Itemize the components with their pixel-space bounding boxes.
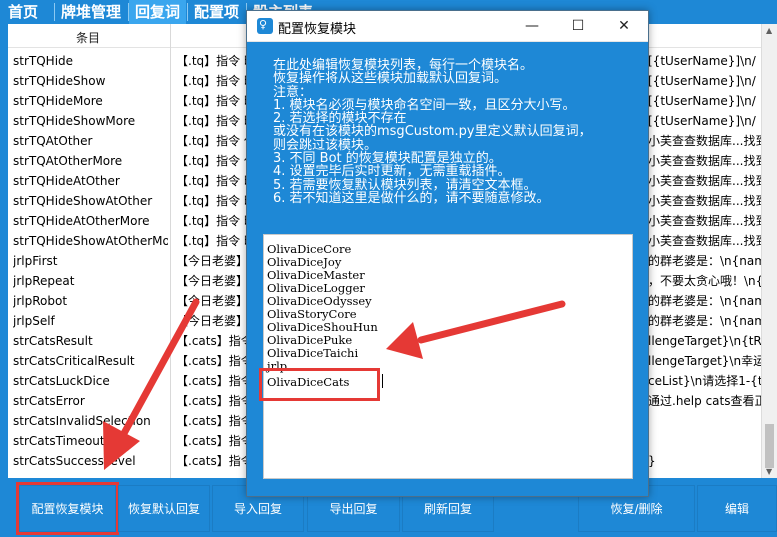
annotation-highlight-box <box>259 368 380 401</box>
row-command: 【.cats】指令 <box>176 394 246 408</box>
help-line: 或没有在该模块的msgCustom.py里定义默认回复词， <box>273 124 592 140</box>
row-command: 【.cats】指令 <box>176 434 246 448</box>
row-command: 【.cats】指令 <box>176 354 246 368</box>
row-command: 【.cats】指令 <box>176 334 246 348</box>
help-line: 5. 若需要恢复默认模块列表，请清空文本框。 <box>273 177 537 193</box>
row-reply: ，不要太贪心哦！\n{ <box>648 274 764 288</box>
row-key: strCatsTimeout <box>13 434 105 448</box>
help-line: 恢复操作将从这些模块加载默认回复词。 <box>273 71 508 87</box>
row-command: 【今日老婆】 <box>176 254 246 268</box>
row-command: 【.tq】指令 暗 <box>176 194 246 208</box>
configure-restore-modules-button[interactable]: 配置恢复模块 <box>16 482 119 535</box>
row-key: jrlpSelf <box>13 314 55 328</box>
row-reply: 小芙查查数据库...找到 <box>648 134 768 148</box>
row-command: 【.tq】指令 暗 <box>176 234 246 248</box>
row-command: 【.tq】指令 暗 <box>176 94 246 108</box>
text-caret <box>382 374 383 388</box>
row-key: jrlpRepeat <box>13 274 75 288</box>
tab-home[interactable]: 首页 <box>2 0 44 24</box>
row-key: strTQHideShowAtOtherMore <box>13 234 168 248</box>
help-line: 6. 若不知道这里是做什么的，请不要随意修改。 <box>273 190 550 206</box>
row-command: 【.cats】指令 <box>176 374 246 388</box>
row-reply: [{tUserName}]\n/ <box>648 54 756 68</box>
row-key: strCatsResult <box>13 334 93 348</box>
row-key: strCatsSuccessLevel <box>13 454 136 468</box>
row-key: strCatsCriticalResult <box>13 354 135 368</box>
row-reply: [{tUserName}]\n/ <box>648 114 756 128</box>
tab-deck-management[interactable]: 牌堆管理 <box>55 0 127 24</box>
row-command: 【.tq】指令 暗 <box>176 54 246 68</box>
row-command: 【.tq】指令 暗 <box>176 74 246 88</box>
app-icon: ♀ <box>257 18 273 34</box>
row-command: 【今日老婆】 <box>176 274 246 288</box>
row-key: strTQHideShow <box>13 74 106 88</box>
row-reply: 通过.help cats查看正 <box>648 394 767 408</box>
row-command: 【.cats】指令 <box>176 414 246 428</box>
row-key: strTQHideAtOther <box>13 174 120 188</box>
row-reply: 小芙查查数据库...找到 <box>648 154 768 168</box>
edit-button[interactable]: 编辑 <box>697 485 777 532</box>
restore-default-replies-button[interactable]: 恢复默认回复 <box>118 485 210 532</box>
row-key: strTQHide <box>13 54 74 68</box>
row-key: strCatsLuckDice <box>13 374 110 388</box>
row-reply: 的群老婆是：\n{nam <box>648 254 766 268</box>
row-command: 【今日老婆】 <box>176 294 246 308</box>
row-command: 【今日老婆】 <box>176 314 246 328</box>
minimize-button[interactable]: — <box>509 11 555 42</box>
row-reply: [{tUserName}]\n/ <box>648 94 756 108</box>
row-command: 【.cats】指令 <box>176 454 246 468</box>
dialog-titlebar[interactable]: ♀ 配置恢复模块 — ☐ ✕ <box>247 11 648 42</box>
dialog-help-text: 在此处编辑恢复模块列表，每行一个模块名。 恢复操作将从这些模块加载默认回复词。 … <box>273 59 633 206</box>
arrow-up-icon[interactable]: ▲ <box>766 26 772 35</box>
row-reply <box>648 411 770 431</box>
row-key: strCatsError <box>13 394 85 408</box>
row-key: jrlpRobot <box>13 294 68 308</box>
row-reply: llengeTarget}\n幸运 <box>648 354 766 368</box>
row-key: strCatsInvalidSelection <box>13 414 151 428</box>
row-reply: } <box>648 454 656 468</box>
close-button[interactable]: ✕ <box>601 11 647 42</box>
row-reply: 的群老婆是：\n{nam <box>648 294 766 308</box>
row-reply <box>648 431 770 451</box>
column-header-key[interactable]: 条目 <box>8 28 168 48</box>
help-line: 4. 设置完毕后实时更新，无需重载插件。 <box>273 164 511 180</box>
scrollbar-thumb[interactable] <box>765 424 774 468</box>
table-scrollbar[interactable]: ▲ ▼ <box>761 24 777 478</box>
row-key: strTQHideShowMore <box>13 114 136 128</box>
tab-config[interactable]: 配置项 <box>188 0 245 24</box>
row-reply: 小芙查查数据库...找到 <box>648 174 768 188</box>
row-reply: 小芙查查数据库...找到 <box>648 214 768 228</box>
row-key: strTQHideAtOtherMore <box>13 214 150 228</box>
dialog-title: 配置恢复模块 <box>278 22 357 37</box>
row-key: strTQAtOther <box>13 134 93 148</box>
row-reply: llengeTarget}\n{tRe <box>648 334 769 348</box>
row-reply: ceList}\n请选择1-{tL <box>648 374 770 388</box>
row-command: 【.tq】指令 代 <box>176 154 246 168</box>
help-line: 注意： <box>273 84 313 100</box>
row-reply: [{tUserName}]\n/ <box>648 74 756 88</box>
row-command: 【.tq】指令 暗 <box>176 214 246 228</box>
row-key: strTQHideShowAtOther <box>13 194 153 208</box>
configure-restore-modules-dialog: ♀ 配置恢复模块 — ☐ ✕ 在此处编辑恢复模块列表，每行一个模块名。 恢复操作… <box>246 10 649 497</box>
maximize-button[interactable]: ☐ <box>555 11 601 42</box>
row-key: strTQAtOtherMore <box>13 154 123 168</box>
arrow-down-icon[interactable]: ▼ <box>766 467 772 476</box>
tab-replies[interactable]: 回复词 <box>129 0 187 24</box>
module-list-textarea[interactable]: OlivaDiceCore OlivaDiceJoy OlivaDiceMast… <box>259 234 633 479</box>
row-command: 【.tq】指令 代 <box>176 134 246 148</box>
row-reply: 小芙查查数据库...找到 <box>648 234 768 248</box>
row-command: 【.tq】指令 暗 <box>176 114 246 128</box>
row-key: strTQHideMore <box>13 94 103 108</box>
row-command: 【.tq】指令 暗 <box>176 174 246 188</box>
row-reply: 小芙查查数据库...找到 <box>648 194 768 208</box>
row-key: jrlpFirst <box>13 254 58 268</box>
row-reply: 的群老婆是：\n{nam <box>648 314 766 328</box>
